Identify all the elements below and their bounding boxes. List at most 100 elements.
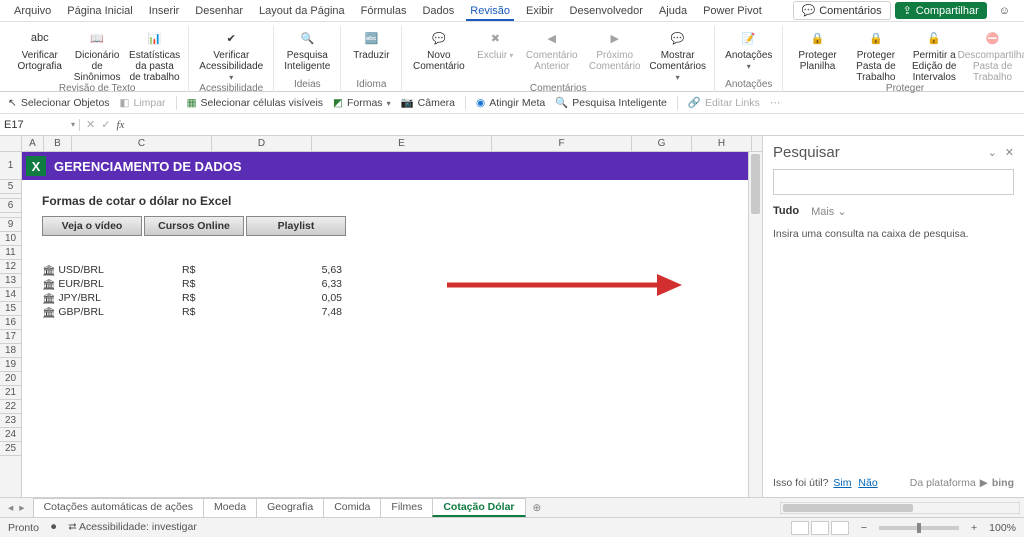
share-button[interactable]: ⇪ Compartilhar <box>895 2 987 19</box>
currency-symbol-cell[interactable]: R$ <box>182 292 282 304</box>
row-header[interactable]: 10 <box>0 232 21 246</box>
row-header[interactable]: 15 <box>0 302 21 316</box>
allow-edit-ranges-button[interactable]: 🔓Permitir a Edição de Intervalos <box>908 26 960 83</box>
page-break-view-button[interactable] <box>831 521 849 535</box>
zoom-in-button[interactable]: + <box>971 522 977 534</box>
video-button[interactable]: Veja o vídeo <box>42 216 142 236</box>
row-header[interactable]: 25 <box>0 442 21 456</box>
search-tab-all[interactable]: Tudo <box>773 205 799 218</box>
menu-desenhar[interactable]: Desenhar <box>187 2 251 20</box>
search-input[interactable] <box>773 169 1014 195</box>
unshare-workbook-button[interactable]: ⛔Descompartilhar Pasta de Trabalho <box>966 26 1018 83</box>
playlist-button[interactable]: Playlist <box>246 216 346 236</box>
macro-record-icon[interactable]: ⏺ <box>51 521 56 534</box>
currency-symbol-cell[interactable]: R$ <box>182 264 282 276</box>
sheet-tab[interactable]: Cotações automáticas de ações <box>33 498 204 517</box>
vertical-scrollbar[interactable] <box>748 152 762 497</box>
menu-revisao[interactable]: Revisão <box>462 2 518 20</box>
name-box[interactable]: E17 ▾ <box>0 119 80 131</box>
emoji-button[interactable]: ☺ <box>991 3 1018 19</box>
sheet-tab[interactable]: Geografia <box>256 498 324 517</box>
protect-sheet-button[interactable]: 🔒Proteger Planilha <box>791 26 843 83</box>
page-layout-view-button[interactable] <box>811 521 829 535</box>
column-header-B[interactable]: B <box>44 136 72 151</box>
smart-lookup-button[interactable]: 🔍Pesquisa Inteligente <box>282 26 332 72</box>
sheet-tab[interactable]: Comida <box>323 498 381 517</box>
column-header-D[interactable]: D <box>212 136 312 151</box>
column-header-F[interactable]: F <box>492 136 632 151</box>
menu-pagina-inicial[interactable]: Página Inicial <box>59 2 140 20</box>
select-objects-button[interactable]: ↖Selecionar Objetos <box>8 97 110 109</box>
check-accessibility-button[interactable]: ✔Verificar Acessibilidade <box>197 26 265 83</box>
workbook-stats-button[interactable]: 📊Estatísticas da pasta de trabalho <box>129 26 180 83</box>
menu-layout[interactable]: Layout da Página <box>251 2 353 20</box>
row-header[interactable]: 5 <box>0 180 21 194</box>
row-header[interactable]: 16 <box>0 316 21 330</box>
sheet-tab[interactable]: Cotação Dólar <box>432 498 525 517</box>
normal-view-button[interactable] <box>791 521 809 535</box>
currency-value-cell[interactable]: 7,48 <box>282 306 342 318</box>
edit-links-button[interactable]: 🔗Editar Links <box>688 96 760 109</box>
clear-button[interactable]: ◧Limpar <box>120 97 166 109</box>
spellcheck-button[interactable]: abcVerificar Ortografia <box>14 26 65 83</box>
menu-arquivo[interactable]: Arquivo <box>6 2 59 20</box>
camera-button[interactable]: 📷Câmera <box>401 96 455 109</box>
row-header[interactable]: 18 <box>0 344 21 358</box>
tab-nav[interactable]: ◂▸ <box>0 502 33 514</box>
select-all-corner[interactable] <box>0 136 22 151</box>
show-comments-button[interactable]: 💬Mostrar Comentários <box>649 26 706 83</box>
next-comment-button[interactable]: ▶Próximo Comentário <box>586 26 643 83</box>
row-header[interactable]: 13 <box>0 274 21 288</box>
column-header-A[interactable]: A <box>22 136 44 151</box>
smart-lookup-qb-button[interactable]: 🔍Pesquisa Inteligente <box>555 96 667 109</box>
courses-button[interactable]: Cursos Online <box>144 216 244 236</box>
menu-dados[interactable]: Dados <box>414 2 462 20</box>
column-header-G[interactable]: G <box>632 136 692 151</box>
currency-value-cell[interactable]: 0,05 <box>282 292 342 304</box>
cancel-formula-icon[interactable]: ✕ <box>86 118 95 131</box>
search-tab-more[interactable]: Mais ⌄ <box>811 205 847 218</box>
row-header[interactable]: 11 <box>0 246 21 260</box>
feedback-no-link[interactable]: Não <box>858 477 877 489</box>
row-header[interactable]: 24 <box>0 428 21 442</box>
sheet-tab[interactable]: Moeda <box>203 498 257 517</box>
currency-symbol-cell[interactable]: R$ <box>182 306 282 318</box>
row-header[interactable]: 1 <box>0 152 21 180</box>
zoom-slider[interactable] <box>879 526 959 530</box>
row-header[interactable]: 19 <box>0 358 21 372</box>
close-icon[interactable]: ✕ <box>1005 146 1014 159</box>
horizontal-scrollbar[interactable] <box>780 502 1020 514</box>
currency-pair-cell[interactable]: 🏛USD/BRL <box>42 264 182 277</box>
row-header[interactable]: 20 <box>0 372 21 386</box>
edit-links-more[interactable]: ⋯ <box>770 97 781 109</box>
currency-value-cell[interactable]: 5,63 <box>282 264 342 276</box>
zoom-out-button[interactable]: − <box>861 522 867 534</box>
row-header[interactable]: 14 <box>0 288 21 302</box>
column-header-C[interactable]: C <box>72 136 212 151</box>
thesaurus-button[interactable]: 📖Dicionário de Sinônimos <box>71 26 122 83</box>
goal-seek-button[interactable]: ◉Atingir Meta <box>476 97 545 109</box>
currency-pair-cell[interactable]: 🏛GBP/BRL <box>42 306 182 319</box>
menu-inserir[interactable]: Inserir <box>141 2 188 20</box>
accept-formula-icon[interactable]: ✓ <box>101 118 110 131</box>
menu-powerpivot[interactable]: Power Pivot <box>695 2 770 20</box>
comments-button[interactable]: 💬 Comentários <box>793 1 891 20</box>
protect-workbook-button[interactable]: 🔒Proteger Pasta de Trabalho <box>850 26 902 83</box>
zoom-level[interactable]: 100% <box>989 522 1016 534</box>
currency-value-cell[interactable]: 6,33 <box>282 278 342 290</box>
row-header[interactable]: 17 <box>0 330 21 344</box>
row-header[interactable]: 21 <box>0 386 21 400</box>
currency-pair-cell[interactable]: 🏛EUR/BRL <box>42 278 182 291</box>
row-header[interactable]: 12 <box>0 260 21 274</box>
menu-desenvolvedor[interactable]: Desenvolvedor <box>562 2 651 20</box>
menu-ajuda[interactable]: Ajuda <box>651 2 695 20</box>
row-header[interactable]: 9 <box>0 218 21 232</box>
row-header[interactable]: 6 <box>0 199 21 213</box>
cells-grid[interactable]: X GERENCIAMENTO DE DADOS Formas de cotar… <box>22 152 748 497</box>
sheet-tab[interactable]: Filmes <box>380 498 433 517</box>
translate-button[interactable]: 🔤Traduzir <box>349 26 393 61</box>
fx-icon[interactable]: fx <box>116 119 124 131</box>
feedback-yes-link[interactable]: Sim <box>833 477 851 489</box>
notes-button[interactable]: 📝Anotações <box>723 26 774 72</box>
prev-comment-button[interactable]: ◀Comentário Anterior <box>523 26 580 83</box>
